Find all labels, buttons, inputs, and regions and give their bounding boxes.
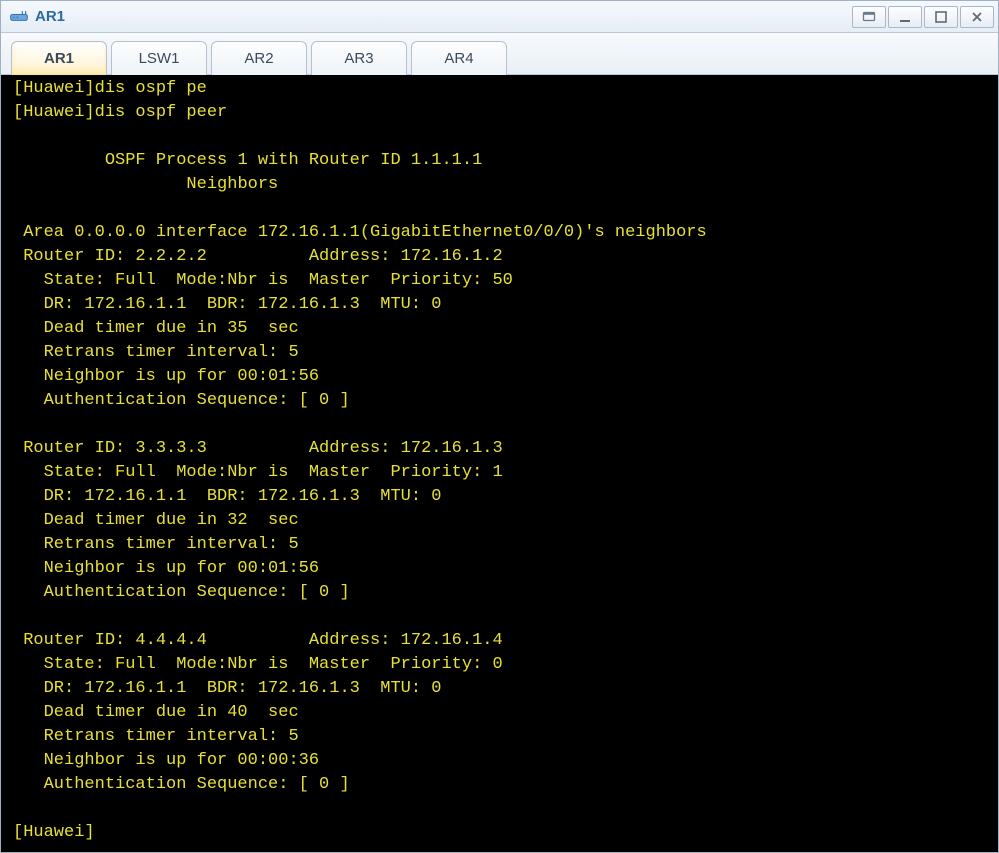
router-icon [9,7,29,27]
tab-label: AR1 [44,50,74,67]
tab-lsw1[interactable]: LSW1 [111,41,207,75]
minimize-button[interactable] [888,6,922,28]
terminal-area[interactable]: [Huawei]dis ospf pe [Huawei]dis ospf pee… [1,75,998,852]
tab-label: AR2 [244,50,273,67]
tab-label: LSW1 [139,50,180,67]
tab-label: AR3 [344,50,373,67]
app-window: AR1 AR1 LSW1 AR2 AR3 AR4 [Huawei]dis osp… [0,0,999,853]
maximize-button[interactable] [924,6,958,28]
tab-label: AR4 [444,50,473,67]
tab-ar2[interactable]: AR2 [211,41,307,75]
titlebar: AR1 [1,1,998,33]
close-button[interactable] [960,6,994,28]
pin-button[interactable] [852,6,886,28]
tab-ar3[interactable]: AR3 [311,41,407,75]
terminal-output: [Huawei]dis ospf pe [Huawei]dis ospf pee… [13,77,992,845]
tab-ar1[interactable]: AR1 [11,41,107,75]
device-tabs: AR1 LSW1 AR2 AR3 AR4 [1,33,998,75]
tab-ar4[interactable]: AR4 [411,41,507,75]
window-title: AR1 [35,8,65,25]
